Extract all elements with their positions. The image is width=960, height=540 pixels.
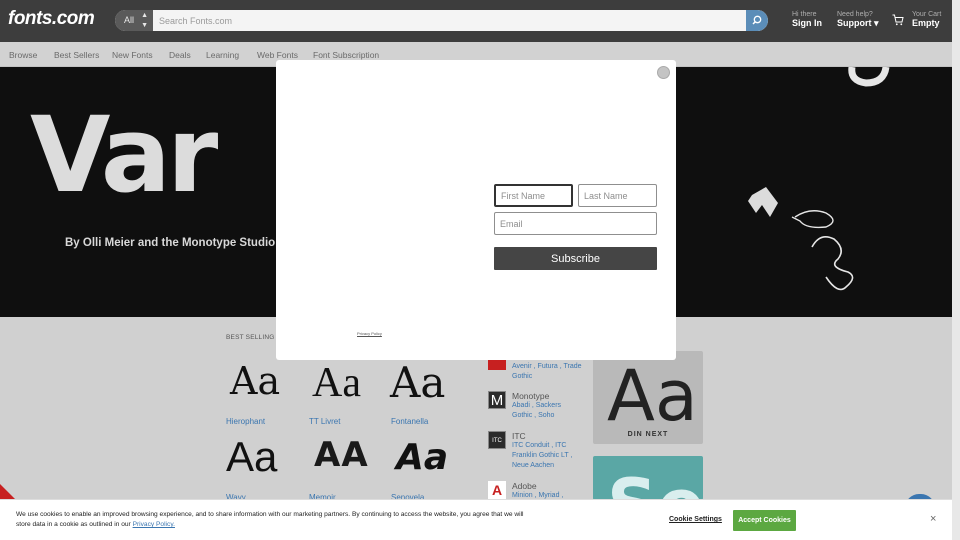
modal-close-button[interactable] <box>657 66 670 79</box>
corner-ribbon <box>0 484 15 499</box>
cookie-privacy-link[interactable]: Privacy Policy. <box>133 521 175 528</box>
last-name-field[interactable] <box>578 184 657 207</box>
close-icon[interactable]: × <box>930 513 936 525</box>
subscribe-button[interactable]: Subscribe <box>494 247 657 270</box>
cookie-settings-button[interactable]: Cookie Settings <box>669 516 722 523</box>
cookie-message-text: We use cookies to enable an improved bro… <box>16 511 524 528</box>
privacy-policy-link[interactable]: Privacy Policy <box>357 331 382 336</box>
accept-cookies-button[interactable]: Accept Cookies <box>733 510 796 531</box>
modal-overlay: Subscribe Privacy Policy <box>0 0 960 540</box>
email-field[interactable] <box>494 212 657 235</box>
first-name-field[interactable] <box>494 184 573 207</box>
newsletter-modal <box>276 60 676 360</box>
cookie-message: We use cookies to enable an improved bro… <box>16 510 536 530</box>
